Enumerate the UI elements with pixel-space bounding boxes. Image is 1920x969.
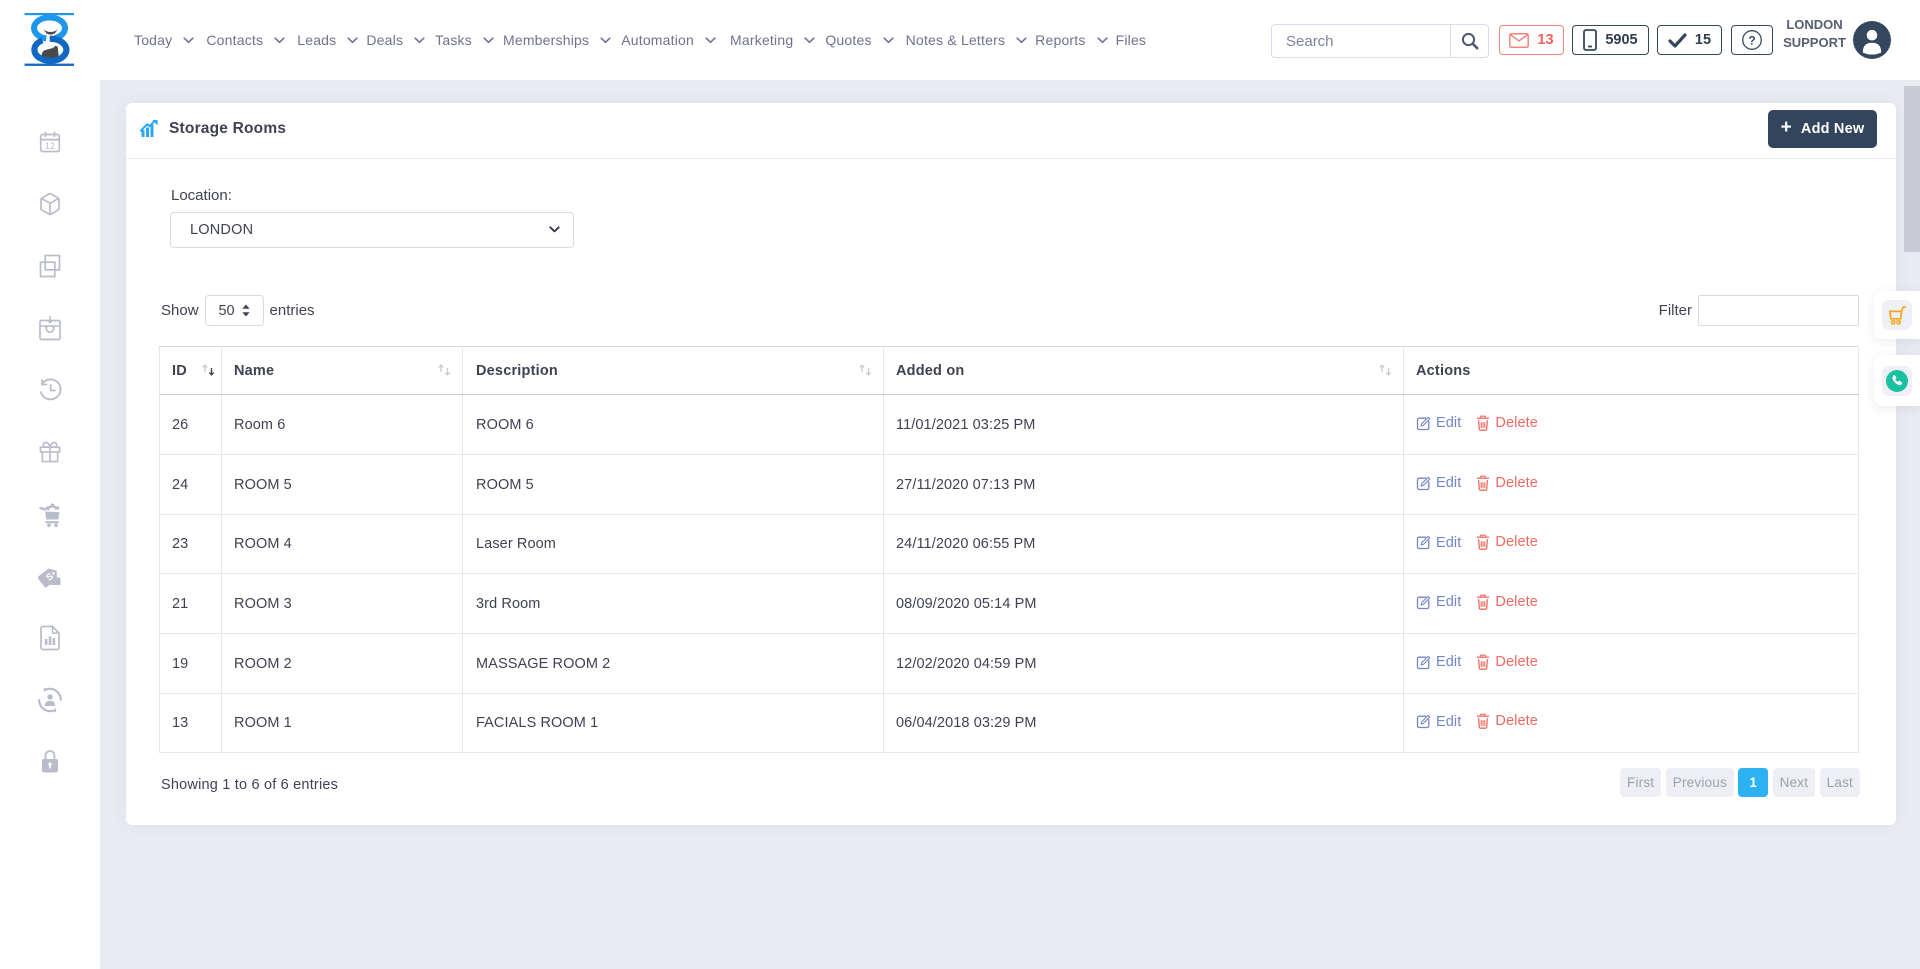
svg-text:?: ? <box>1748 33 1755 47</box>
svg-text:12: 12 <box>45 141 55 151</box>
